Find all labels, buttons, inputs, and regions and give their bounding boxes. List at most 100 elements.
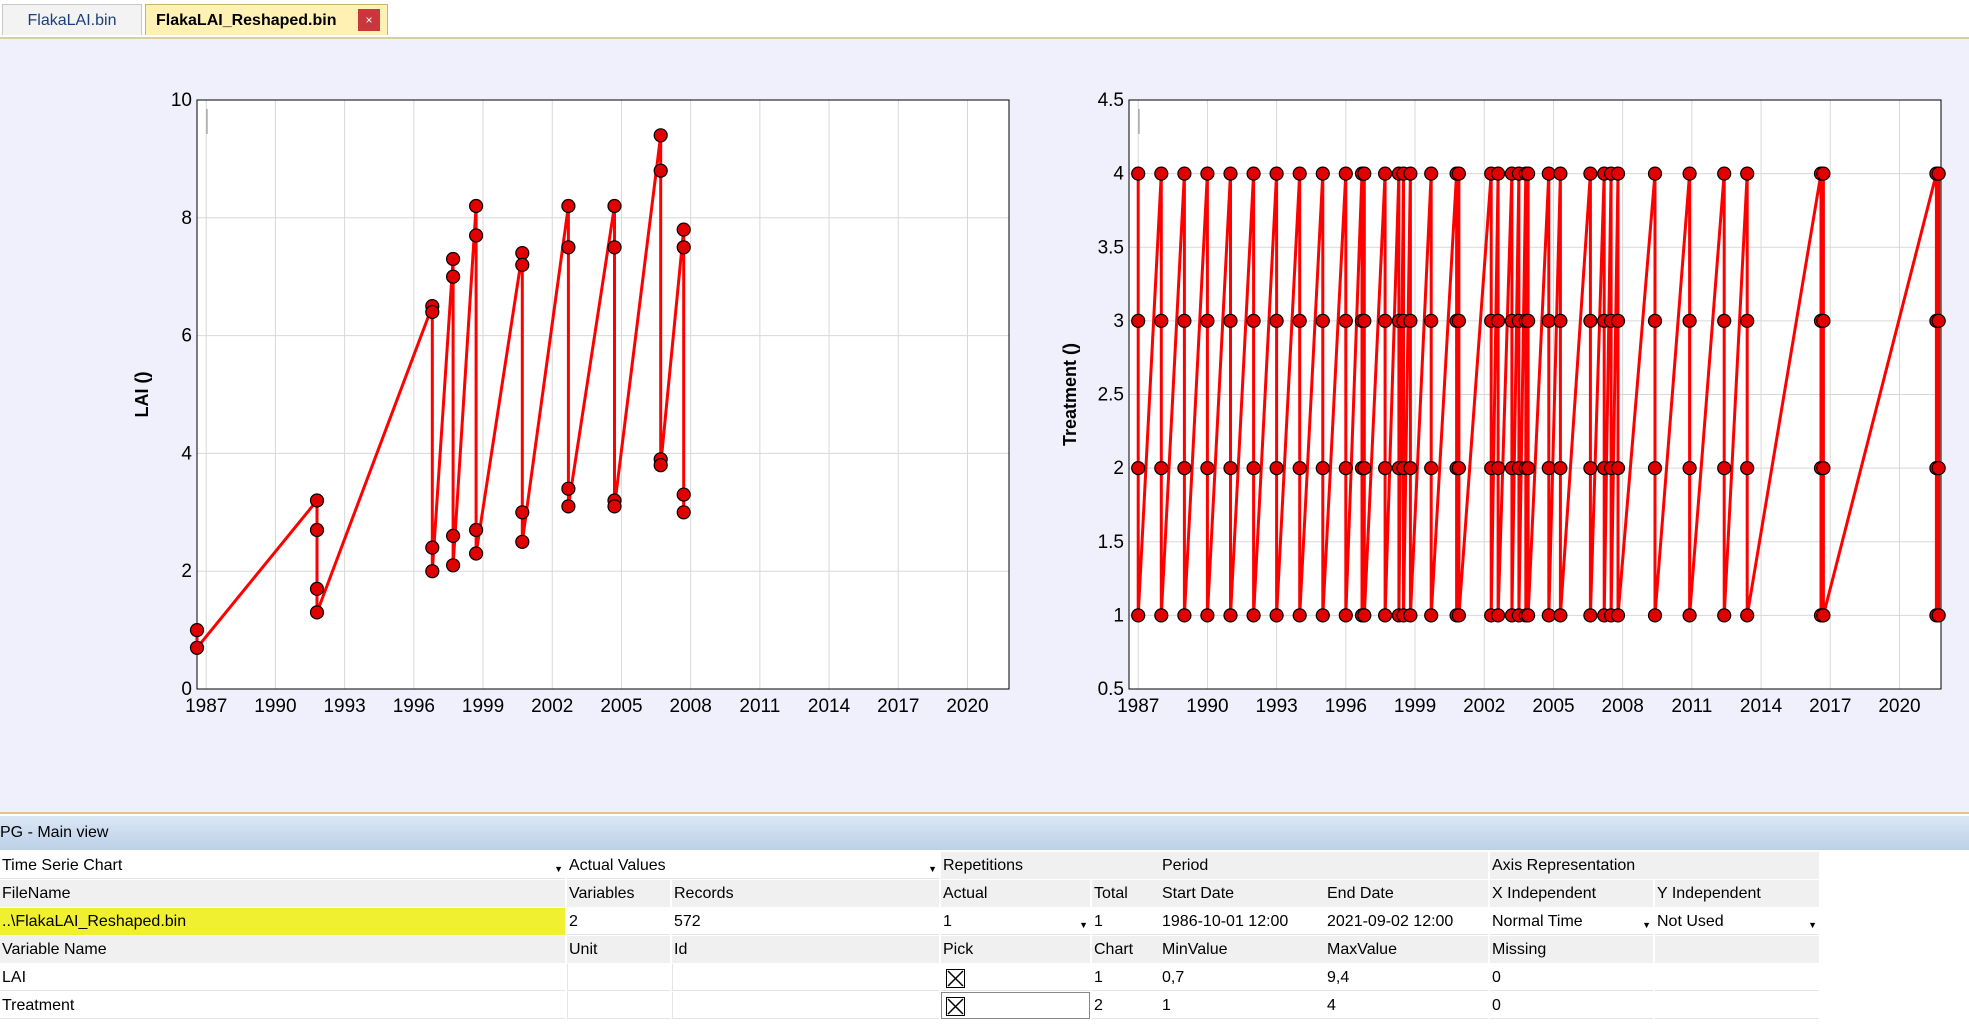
data-point bbox=[676, 222, 691, 237]
data-point bbox=[1338, 313, 1353, 328]
x-tick-label: 2008 bbox=[1602, 696, 1644, 717]
data-point bbox=[469, 198, 484, 214]
total-value: 1 bbox=[1092, 908, 1160, 935]
splitter[interactable] bbox=[0, 812, 1969, 814]
unit-treatment[interactable] bbox=[567, 992, 670, 1019]
empty-lai bbox=[1655, 964, 1819, 991]
pick-checkbox-lai[interactable] bbox=[946, 969, 965, 988]
data-point bbox=[1338, 166, 1353, 181]
period-header: Period bbox=[1160, 852, 1488, 879]
check-cross-icon bbox=[947, 970, 964, 987]
data-point bbox=[1816, 313, 1831, 328]
data-point bbox=[1740, 608, 1755, 623]
chart-lai[interactable]: 1 bbox=[1092, 964, 1160, 991]
data-point bbox=[1246, 461, 1261, 476]
chart-area: 0 2 4 6 8 10 1987 1990 1993 1996 1999 2002 2005 2008 2… bbox=[0, 39, 1969, 812]
data-point bbox=[1357, 608, 1372, 623]
y-independent-select[interactable]: Not Used ▼ bbox=[1655, 908, 1819, 935]
empty-header bbox=[1655, 936, 1819, 963]
data-point bbox=[1177, 608, 1192, 623]
data-point bbox=[1610, 608, 1626, 623]
data-point bbox=[1315, 608, 1330, 623]
data-point bbox=[1424, 608, 1439, 623]
data-point bbox=[1131, 166, 1146, 181]
pick-checkbox-treatment[interactable] bbox=[946, 997, 965, 1016]
data-point bbox=[1520, 461, 1536, 476]
data-point bbox=[1292, 461, 1307, 476]
data-point bbox=[1315, 313, 1330, 328]
x-tick-label: 2011 bbox=[1671, 696, 1712, 717]
x-tick-label: 1999 bbox=[1394, 696, 1436, 717]
chevron-down-icon[interactable]: ▼ bbox=[1642, 921, 1651, 930]
x-tick-label: 2002 bbox=[531, 696, 573, 717]
id-lai[interactable] bbox=[672, 964, 939, 991]
data-point bbox=[1223, 608, 1238, 623]
y-tick-label: 3.5 bbox=[1098, 237, 1124, 258]
data-point bbox=[1403, 166, 1418, 181]
end-date-header: End Date bbox=[1325, 880, 1488, 907]
data-point bbox=[1682, 313, 1697, 328]
x-tick-label: 1993 bbox=[323, 696, 365, 717]
data-point bbox=[1816, 461, 1831, 476]
data-point bbox=[1553, 313, 1568, 328]
unit-lai[interactable] bbox=[567, 964, 670, 991]
data-point bbox=[1177, 166, 1192, 181]
data-point bbox=[1647, 166, 1663, 181]
data-point bbox=[1357, 461, 1372, 476]
maxvalue-header: MaxValue bbox=[1325, 936, 1488, 963]
x-tick-label: 2020 bbox=[1878, 696, 1920, 717]
data-point bbox=[1315, 166, 1330, 181]
data-point bbox=[1451, 166, 1467, 181]
data-point bbox=[1223, 313, 1238, 328]
max-treatment: 4 bbox=[1325, 992, 1488, 1019]
end-date-field[interactable]: 2021-09-02 12:00 bbox=[1325, 908, 1488, 935]
data-point bbox=[1451, 608, 1467, 623]
variable-name-treatment: Treatment bbox=[0, 992, 565, 1019]
chevron-down-icon[interactable]: ▼ bbox=[554, 865, 563, 874]
data-point bbox=[1931, 313, 1946, 328]
data-point bbox=[1816, 608, 1831, 623]
records-header: Records bbox=[672, 880, 939, 907]
data-point bbox=[309, 493, 325, 508]
id-treatment[interactable] bbox=[672, 992, 939, 1019]
value-type-select[interactable]: Actual Values ▼ bbox=[567, 852, 939, 879]
data-point bbox=[469, 522, 484, 538]
data-point bbox=[1338, 608, 1353, 623]
tab-flakalai-reshaped[interactable]: FlakaLAI_Reshaped.bin bbox=[145, 4, 388, 35]
data-point bbox=[1740, 166, 1755, 181]
data-point bbox=[1583, 608, 1598, 623]
data-point bbox=[1154, 166, 1169, 181]
chevron-down-icon[interactable]: ▼ bbox=[928, 865, 937, 874]
x-tick-label: 2020 bbox=[946, 696, 988, 717]
chart-1: 02468101987 1990 1993 1996 1999 2002 2005 2008 2… bbox=[132, 90, 1010, 717]
chevron-down-icon[interactable]: ▼ bbox=[1079, 921, 1088, 930]
y-tick-label: 6 bbox=[181, 326, 192, 347]
filename-field[interactable]: ..\FlakaLAI_Reshaped.bin bbox=[0, 908, 565, 935]
data-point bbox=[1292, 313, 1307, 328]
start-date-field[interactable]: 1986-10-01 12:00 bbox=[1160, 908, 1325, 935]
data-point bbox=[561, 499, 576, 514]
tab-flakalai[interactable]: FlakaLAI.bin bbox=[2, 4, 142, 35]
x-independent-select[interactable]: Normal Time ▼ bbox=[1490, 908, 1653, 935]
data-point bbox=[1717, 166, 1732, 181]
x-tick-label: 1993 bbox=[1255, 696, 1297, 717]
data-point bbox=[1682, 166, 1697, 181]
data-point bbox=[1131, 461, 1146, 476]
x-tick-label: 1987 bbox=[185, 696, 227, 717]
chart-header: Chart bbox=[1092, 936, 1160, 963]
chart-type-select[interactable]: Time Serie Chart ▼ bbox=[0, 852, 565, 879]
chart-treatment[interactable]: 2 bbox=[1092, 992, 1160, 1019]
x-tick-label: 1990 bbox=[1186, 696, 1228, 717]
actual-select[interactable]: 1 ▼ bbox=[941, 908, 1090, 935]
data-point bbox=[1177, 461, 1192, 476]
data-point bbox=[1403, 461, 1418, 476]
charts-canvas: 02468101987 1990 1993 1996 1999 2002 2005 2008 2… bbox=[132, 90, 1946, 717]
y-tick-label: 2 bbox=[1113, 458, 1124, 479]
total-header: Total bbox=[1092, 880, 1160, 907]
chevron-down-icon[interactable]: ▼ bbox=[1808, 921, 1817, 930]
data-point bbox=[1647, 461, 1663, 476]
x-tick-label: 2014 bbox=[1740, 696, 1783, 717]
data-point bbox=[425, 304, 440, 320]
filename-header: FileName bbox=[0, 880, 565, 907]
close-icon[interactable]: × bbox=[358, 9, 380, 31]
